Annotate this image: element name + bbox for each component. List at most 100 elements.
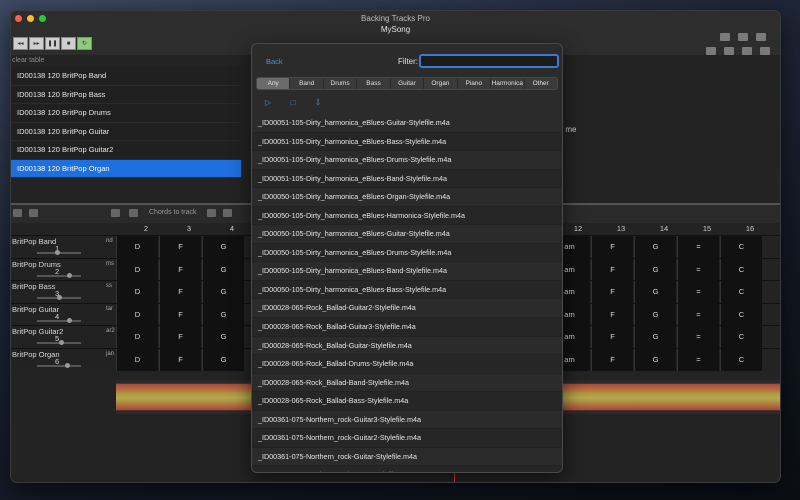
file-list-item[interactable]: _ID00361-075-Northern_rock-Bass-Stylefil… xyxy=(252,466,562,472)
file-list-item[interactable]: _ID00050-105-Dirty_harmonica_eBlues-Harm… xyxy=(252,206,562,226)
chord-cell[interactable]: F xyxy=(591,303,633,326)
chord-cell[interactable]: F xyxy=(159,236,201,258)
file-list-item[interactable]: _ID00050-105-Dirty_harmonica_eBlues-Bass… xyxy=(252,280,562,300)
category-piano[interactable]: Piano xyxy=(458,78,492,89)
mute-icon[interactable] xyxy=(111,209,120,217)
file-list-item[interactable]: _ID00051-105-Dirty_harmonica_eBlues-Guit… xyxy=(252,114,562,133)
slider-knob[interactable] xyxy=(59,340,64,346)
chord-cell[interactable]: D xyxy=(116,326,158,348)
chord-cell[interactable]: F xyxy=(159,281,201,303)
lock-icon[interactable] xyxy=(720,33,730,41)
chord-cell[interactable]: D xyxy=(116,303,158,326)
file-list-item[interactable]: _ID00028-065-Rock_Ballad-Guitar2-Stylefi… xyxy=(252,299,562,319)
cloud-icon[interactable] xyxy=(738,33,748,41)
speaker-icon[interactable] xyxy=(129,209,138,217)
chord-cell[interactable]: D xyxy=(116,349,158,371)
thumbs-up-icon[interactable] xyxy=(13,209,22,217)
file-list-item[interactable]: _ID00028-065-Rock_Ballad-Bass-Stylefile.… xyxy=(252,392,562,411)
filter-input[interactable] xyxy=(419,54,559,68)
chord-cell[interactable]: = xyxy=(677,258,719,281)
chord-cell[interactable]: G xyxy=(202,258,244,281)
chord-cell[interactable]: C xyxy=(720,349,762,371)
volume-slider[interactable] xyxy=(37,317,81,323)
forward-button[interactable]: ▸▸ xyxy=(29,37,44,50)
chord-cell[interactable]: = xyxy=(677,281,719,303)
file-list-item[interactable]: _ID00050-105-Dirty_harmonica_eBlues-Orga… xyxy=(252,188,562,207)
track-list-item[interactable]: ID00138 120 BritPop Organ xyxy=(11,159,241,178)
chord-cell[interactable]: G xyxy=(202,236,244,258)
chord-cell[interactable]: G xyxy=(634,349,676,371)
file-list-item[interactable]: _ID00028-065-Rock_Ballad-Drums-Stylefile… xyxy=(252,355,562,374)
track-list-item[interactable]: ID00138 120 BritPop Guitar2 xyxy=(11,141,241,160)
rewind-button[interactable]: ◂◂ xyxy=(13,37,28,50)
slider-knob[interactable] xyxy=(67,317,72,323)
file-list-item[interactable]: _ID00361-075-Northern_rock-Guitar3-Style… xyxy=(252,411,562,430)
chord-cell[interactable]: G xyxy=(634,258,676,281)
folder-icon[interactable] xyxy=(760,47,770,55)
file-list-item[interactable]: _ID00051-105-Dirty_harmonica_eBlues-Drum… xyxy=(252,151,562,170)
track-list-item[interactable]: ID00138 120 BritPop Bass xyxy=(11,85,241,104)
trash-icon[interactable] xyxy=(724,47,734,55)
chord-cell[interactable]: F xyxy=(159,349,201,371)
copy-icon[interactable] xyxy=(207,209,216,217)
file-list-item[interactable]: _ID00028-065-Rock_Ballad-Guitar-Stylefil… xyxy=(252,337,562,356)
chord-cell[interactable]: F xyxy=(591,281,633,303)
category-bass[interactable]: Bass xyxy=(357,78,391,89)
chord-cell[interactable]: F xyxy=(159,303,201,326)
slider-knob[interactable] xyxy=(67,272,72,278)
chord-cell[interactable]: G xyxy=(202,349,244,371)
chord-cell[interactable]: G xyxy=(634,303,676,326)
chord-cell[interactable]: C xyxy=(720,236,762,258)
volume-slider[interactable] xyxy=(37,272,81,278)
chord-cell[interactable]: G xyxy=(202,326,244,348)
chord-cell[interactable]: D xyxy=(116,281,158,303)
track-list-item[interactable]: ID00138 120 BritPop Guitar xyxy=(11,122,241,141)
chord-cell[interactable]: = xyxy=(677,349,719,371)
monitor-icon[interactable] xyxy=(706,47,716,55)
download-button[interactable]: ⇩ xyxy=(312,96,324,108)
chord-cell[interactable]: G xyxy=(634,281,676,303)
category-harmonica[interactable]: Harmonica xyxy=(491,78,525,89)
file-list-item[interactable]: _ID00028-065-Rock_Ballad-Guitar3-Stylefi… xyxy=(252,318,562,337)
paste-icon[interactable] xyxy=(223,209,232,217)
clear-table-button[interactable]: clear table xyxy=(12,57,44,64)
file-list-item[interactable]: _ID00050-105-Dirty_harmonica_eBlues-Band… xyxy=(252,262,562,281)
track-list-item[interactable]: ID00138 120 BritPop Drums xyxy=(11,104,241,123)
chord-cell[interactable]: C xyxy=(720,281,762,303)
category-other[interactable]: Other xyxy=(525,78,557,89)
play-button[interactable]: ▷ xyxy=(262,96,274,108)
chord-cell[interactable]: F xyxy=(159,258,201,281)
volume-slider[interactable] xyxy=(37,340,81,346)
slider-knob[interactable] xyxy=(65,363,70,368)
stop-button[interactable]: ■ xyxy=(61,37,76,50)
chord-cell[interactable]: F xyxy=(159,326,201,348)
chord-cell[interactable]: = xyxy=(677,236,719,258)
track-list-item[interactable]: ID00138 120 BritPop Band xyxy=(11,67,241,86)
slider-knob[interactable] xyxy=(55,250,60,255)
volume-slider[interactable] xyxy=(37,295,81,301)
chord-cell[interactable]: G xyxy=(634,326,676,348)
category-drums[interactable]: Drums xyxy=(324,78,358,89)
file-list-item[interactable]: _ID00050-105-Dirty_harmonica_eBlues-Guit… xyxy=(252,225,562,244)
chord-cell[interactable]: G xyxy=(202,303,244,326)
file-list-item[interactable]: _ID00361-075-Northern_rock-Guitar-Stylef… xyxy=(252,448,562,467)
chord-cell[interactable]: G xyxy=(202,281,244,303)
chord-cell[interactable]: C xyxy=(720,326,762,348)
chord-cell[interactable]: F xyxy=(591,349,633,371)
file-list-item[interactable]: _ID00051-105-Dirty_harmonica_eBlues-Band… xyxy=(252,169,562,189)
volume-slider[interactable] xyxy=(37,250,81,255)
loop-button[interactable]: ↻ xyxy=(77,37,92,50)
chord-cell[interactable]: F xyxy=(591,236,633,258)
file-list-item[interactable]: _ID00051-105-Dirty_harmonica_eBlues-Bass… xyxy=(252,132,562,152)
category-any[interactable]: Any xyxy=(257,78,291,89)
category-organ[interactable]: Organ xyxy=(424,78,458,89)
file-list-item[interactable]: _ID00028-065-Rock_Ballad-Band-Stylefile.… xyxy=(252,374,562,393)
chord-cell[interactable]: C xyxy=(720,258,762,281)
category-guitar[interactable]: Guitar xyxy=(391,78,425,89)
sitemap-icon[interactable] xyxy=(756,33,766,41)
chord-cell[interactable]: = xyxy=(677,326,719,348)
chords-to-track-button[interactable]: Chords to track xyxy=(149,209,196,216)
chord-cell[interactable]: D xyxy=(116,236,158,258)
category-band[interactable]: Band xyxy=(290,78,324,89)
file-list-item[interactable]: _ID00050-105-Dirty_harmonica_eBlues-Drum… xyxy=(252,243,562,263)
